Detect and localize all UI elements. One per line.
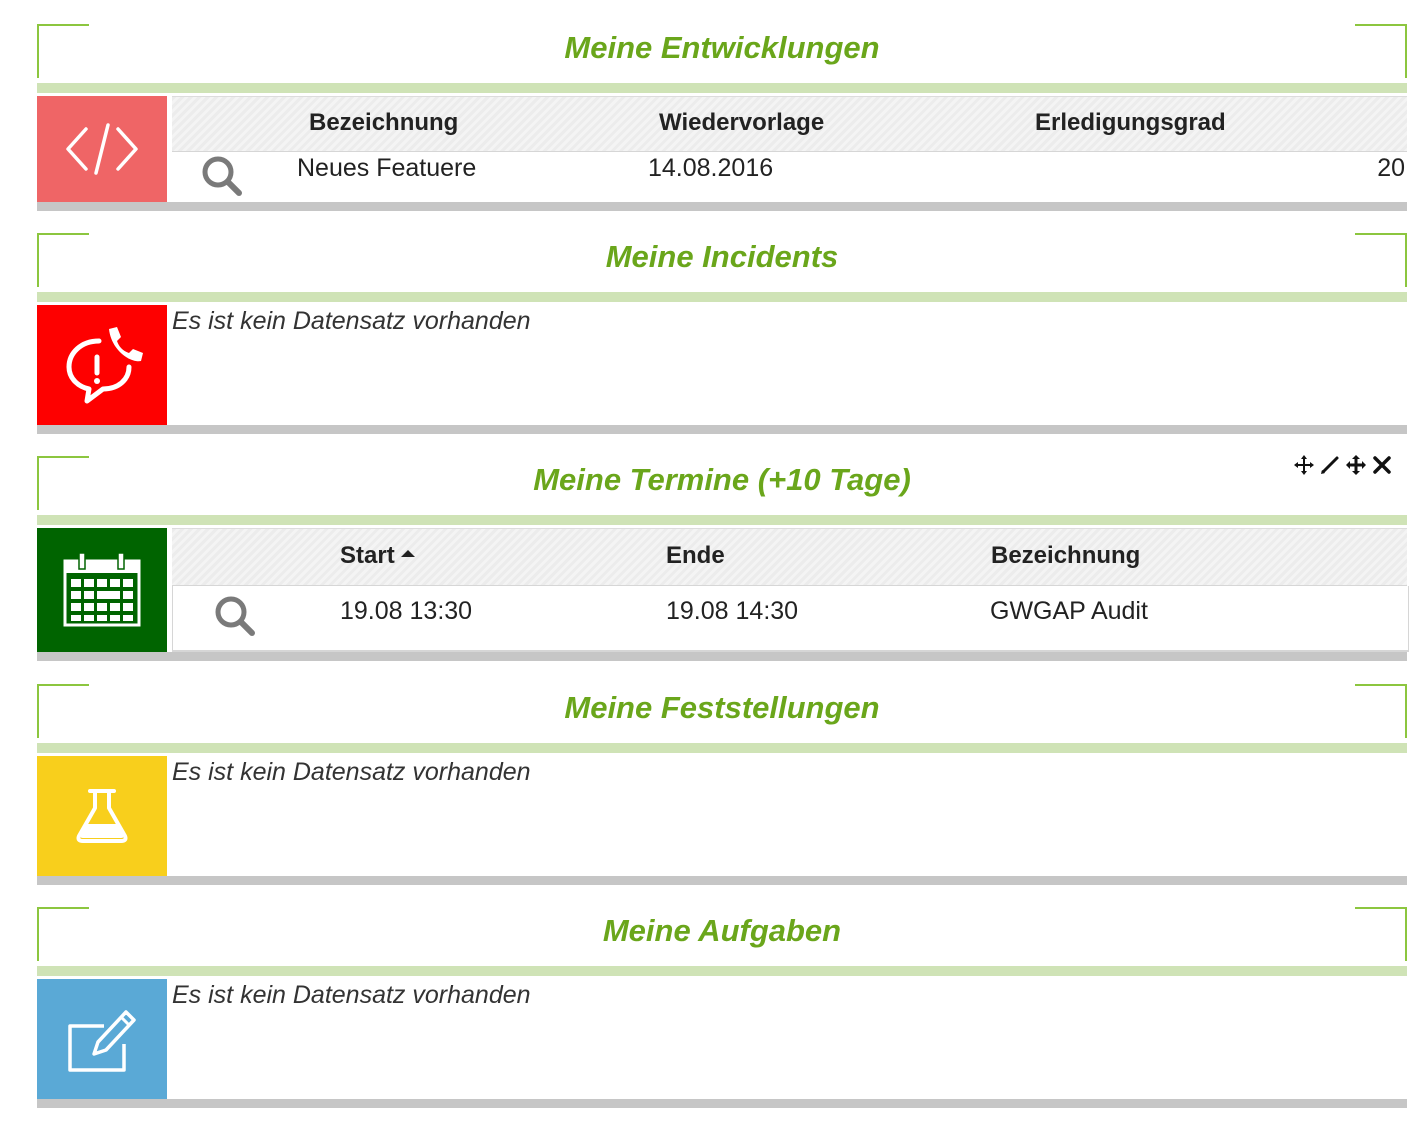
column-header-erledigungsgrad[interactable]: Erledigungsgrad bbox=[1035, 109, 1226, 137]
empty-message: Es ist kein Datensatz vorhanden bbox=[172, 758, 531, 786]
empty-message: Es ist kein Datensatz vorhanden bbox=[172, 981, 531, 1009]
widget-tile bbox=[37, 96, 167, 202]
grid-header: Start Ende Bezeichnung bbox=[172, 528, 1407, 586]
title-underline bbox=[37, 966, 1407, 976]
title-underline bbox=[37, 515, 1407, 525]
column-header-ende[interactable]: Ende bbox=[666, 542, 725, 570]
widget-bottom-bar bbox=[37, 425, 1407, 434]
column-header-bezeichnung[interactable]: Bezeichnung bbox=[991, 542, 1140, 570]
column-header-start[interactable]: Start bbox=[340, 542, 415, 570]
widget-tile bbox=[37, 756, 167, 876]
sort-ascending-icon bbox=[400, 550, 415, 558]
cell-wiedervorlage: 14.08.2016 bbox=[648, 154, 774, 182]
flask-icon bbox=[76, 789, 128, 843]
close-icon[interactable] bbox=[1371, 454, 1393, 476]
widget-title: Meine Termine (+10 Tage) bbox=[533, 462, 911, 497]
title-underline bbox=[37, 83, 1407, 93]
cell-bezeichnung: Neues Featuere bbox=[297, 154, 477, 182]
widget-bottom-bar bbox=[37, 1099, 1407, 1108]
widget-toolbar bbox=[1293, 454, 1393, 476]
widget-bottom-bar bbox=[37, 652, 1407, 661]
phone-alert-icon bbox=[66, 327, 143, 404]
widget-header: Meine Feststellungen bbox=[37, 684, 1407, 756]
empty-message: Es ist kein Datensatz vorhanden bbox=[172, 307, 531, 335]
data-grid: Start Ende Bezeichnung 19.08 13:30 19.08… bbox=[172, 528, 1409, 652]
title-underline bbox=[37, 292, 1407, 302]
column-header-start-label: Start bbox=[340, 542, 395, 569]
cell-ende: 19.08 14:30 bbox=[666, 597, 799, 625]
move-icon[interactable] bbox=[1293, 454, 1315, 476]
widget-tile bbox=[37, 528, 167, 652]
drag-icon[interactable] bbox=[1345, 454, 1367, 476]
magnifier-icon[interactable] bbox=[213, 594, 257, 638]
widget-tile bbox=[37, 979, 167, 1099]
widget-title: Meine Aufgaben bbox=[602, 913, 842, 948]
widget-title: Meine Feststellungen bbox=[564, 690, 880, 725]
column-header-wiedervorlage[interactable]: Wiedervorlage bbox=[659, 109, 824, 137]
widget-bottom-bar bbox=[37, 202, 1407, 211]
cell-start: 19.08 13:30 bbox=[340, 597, 473, 625]
widget-header: Meine Incidents bbox=[37, 233, 1407, 305]
code-icon bbox=[66, 123, 138, 175]
widget-title: Meine Entwicklungen bbox=[564, 30, 880, 65]
magnifier-icon[interactable] bbox=[200, 154, 244, 198]
grid-header: Bezeichnung Wiedervorlage Erledigungsgra… bbox=[172, 96, 1407, 152]
widget-header: Meine Entwicklungen bbox=[37, 24, 1407, 96]
widget-tile bbox=[37, 305, 167, 425]
calendar-icon bbox=[63, 552, 141, 627]
edit-pencil-icon[interactable] bbox=[1319, 454, 1341, 476]
table-row[interactable]: 19.08 13:30 19.08 14:30 GWGAP Audit bbox=[172, 586, 1409, 652]
column-header-bezeichnung[interactable]: Bezeichnung bbox=[309, 109, 458, 137]
edit-icon bbox=[68, 1010, 136, 1072]
widget-title: Meine Incidents bbox=[605, 239, 839, 274]
title-underline bbox=[37, 743, 1407, 753]
widget-bottom-bar bbox=[37, 876, 1407, 885]
cell-bezeichnung: GWGAP Audit bbox=[990, 597, 1148, 625]
table-row[interactable]: Neues Featuere 14.08.2016 20 bbox=[172, 152, 1407, 202]
widget-header: Meine Aufgaben bbox=[37, 907, 1407, 979]
cell-erledigungsgrad: 20 bbox=[1377, 154, 1405, 182]
widget-header: Meine Termine (+10 Tage) bbox=[37, 454, 1407, 528]
